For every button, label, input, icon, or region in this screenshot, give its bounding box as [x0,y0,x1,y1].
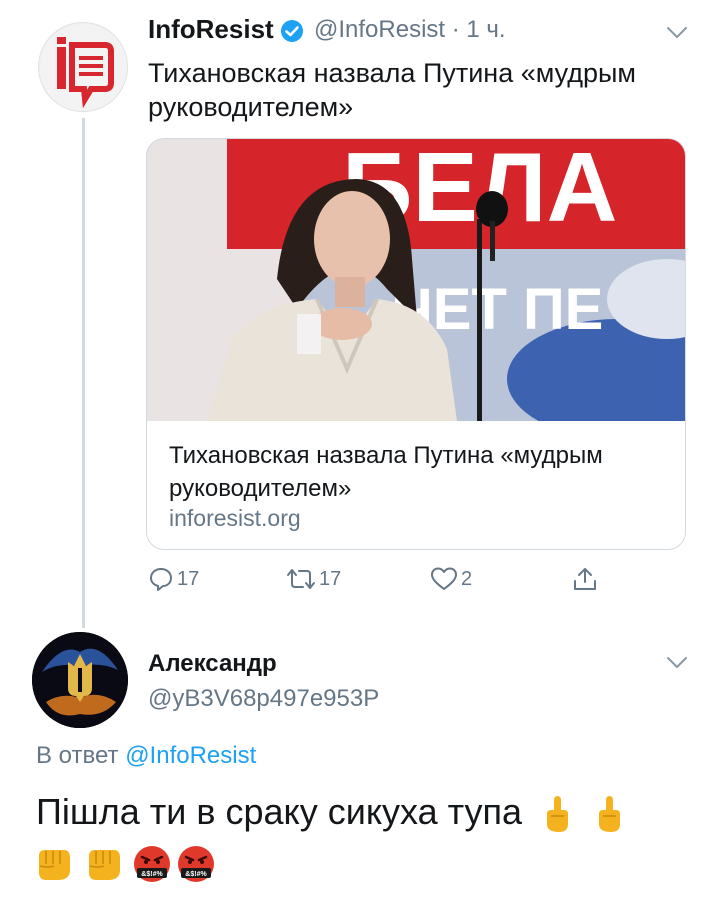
middle-finger-emoji [599,796,621,833]
reply-context: В ответ @InfoResist [36,742,256,770]
link-card[interactable]: БЕЛА ЧЕТ ПЕ Тихановская назвала Путина «… [146,138,686,550]
like-icon [431,567,457,590]
card-domain[interactable]: inforesist.org [169,505,301,532]
fist-emoji [39,850,70,880]
cursing-face-emoji: &$!#% [178,846,214,882]
reply-display-name[interactable]: Александр [148,650,277,678]
reply-prefix: В ответ [36,742,119,769]
tweet-text: Тихановская назвала Путина «мудрым руков… [148,58,636,122]
cursing-face-emoji: &$!#% [134,846,170,882]
chevron-down-icon[interactable] [666,26,688,40]
thread-line [82,118,85,628]
retweet-count: 17 [319,567,342,590]
reply-mention-link[interactable]: @InfoResist [125,742,256,769]
card-title[interactable]: Тихановская назвала Путина «мудрым руков… [169,439,669,505]
like-count: 2 [461,567,473,590]
middle-finger-emoji [547,796,569,833]
share-button[interactable] [572,566,598,594]
like-button[interactable]: 2 [430,566,472,594]
chevron-down-icon[interactable] [666,656,688,670]
avatar-alexandr[interactable] [32,632,128,728]
verified-badge-icon [281,20,303,42]
avatar-inforesist[interactable] [38,22,128,112]
display-name[interactable]: InfoResist [148,14,274,45]
reply-handle[interactable]: @yB3V68p497e953P [148,685,379,713]
reply-icon [150,568,172,591]
retweet-icon [287,569,315,589]
card-image: БЕЛА ЧЕТ ПЕ [147,139,685,421]
svg-text:&$!#%: &$!#% [185,871,207,878]
fist-emoji [89,850,120,880]
svg-text:&$!#%: &$!#% [141,871,163,878]
reply-text-body: Пішла ти в сраку сикуха тупа [36,791,522,832]
share-icon [574,568,596,590]
reply-text: Пішла ти в сраку сикуха тупа [36,790,624,834]
reply-count: 17 [177,567,200,590]
reply-button[interactable]: 17 [148,566,199,594]
retweet-button[interactable]: 17 [286,566,341,594]
handle-and-time[interactable]: @InfoResist · 1 ч. [314,16,506,44]
